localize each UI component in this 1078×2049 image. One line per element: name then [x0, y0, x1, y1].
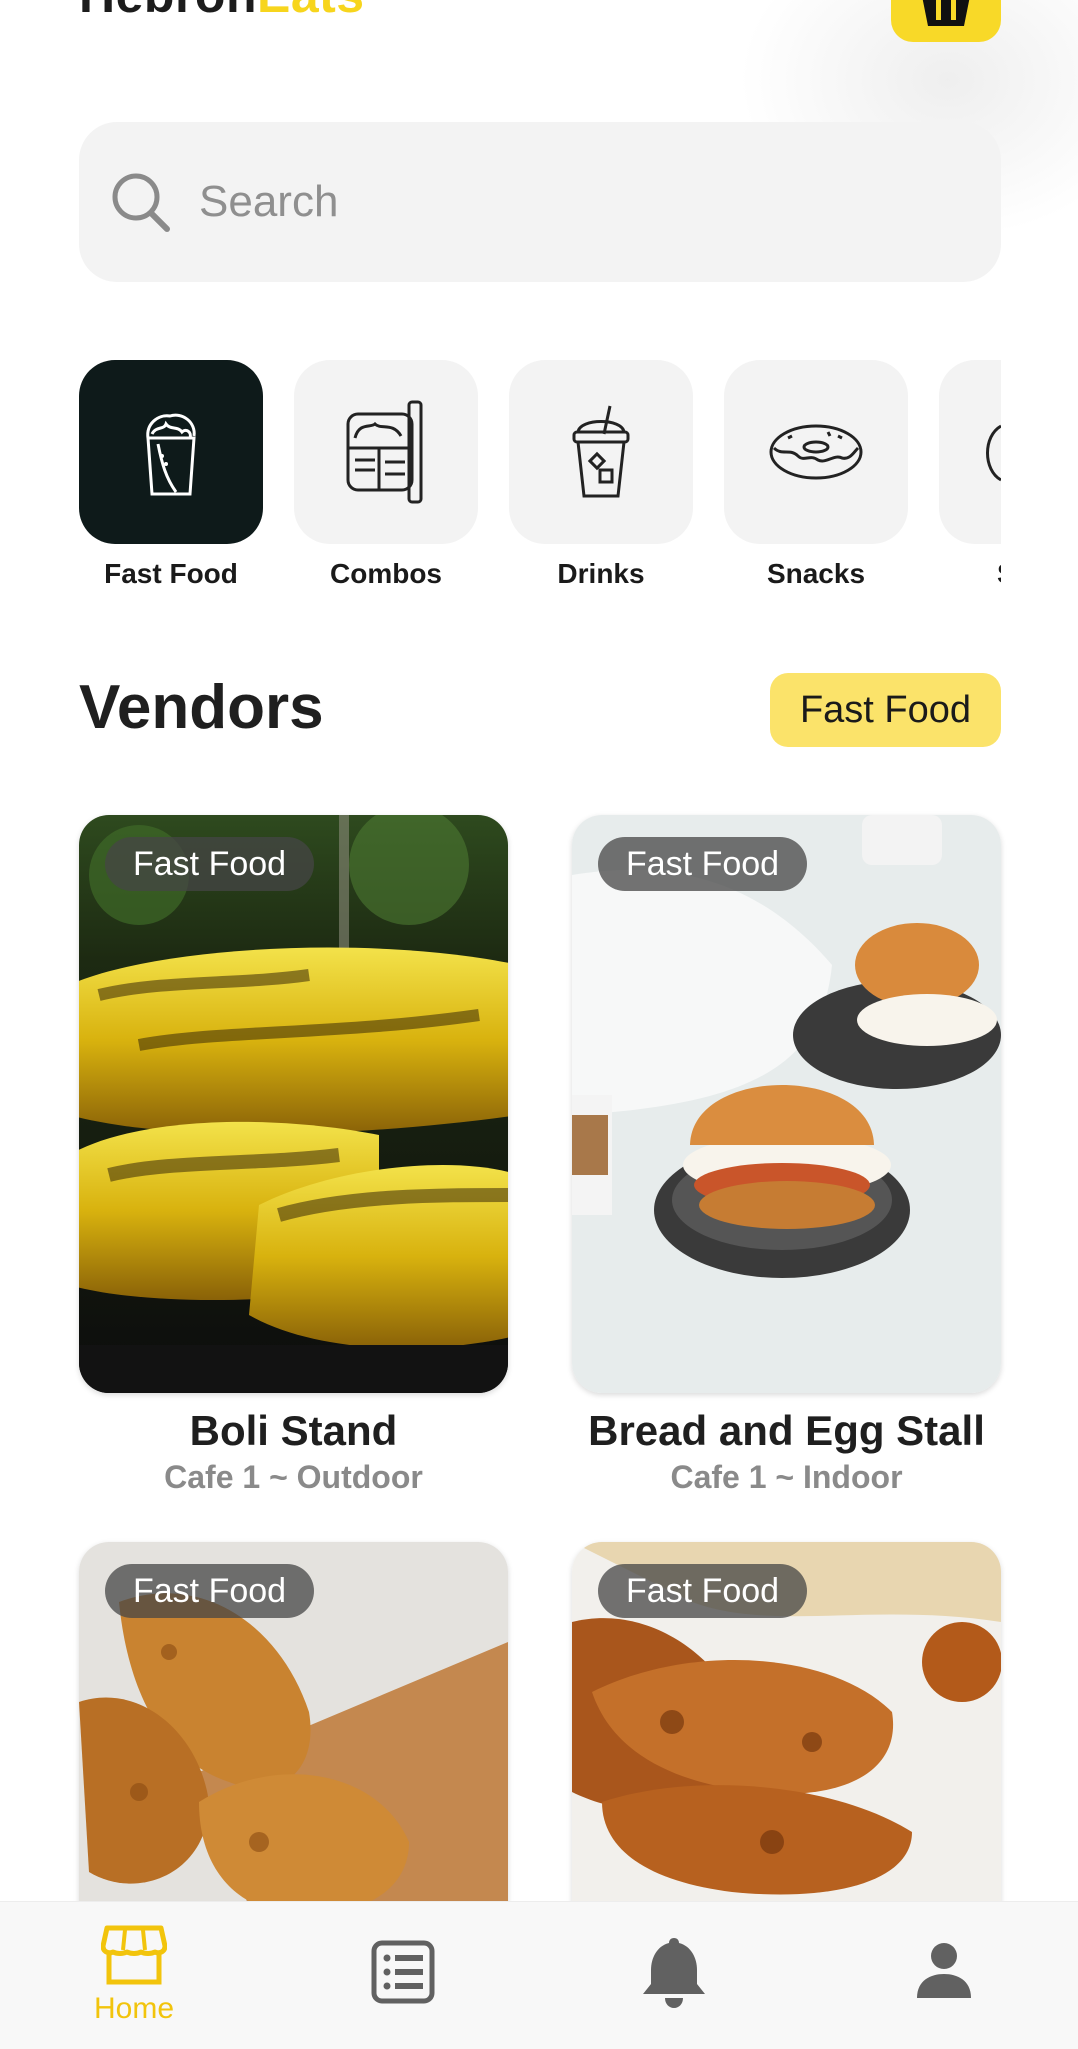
search-bar[interactable]: [79, 122, 1001, 282]
nav-orders[interactable]: [323, 1940, 483, 2004]
cart-button[interactable]: [891, 0, 1001, 42]
vendors-title: Vendors: [79, 673, 324, 742]
person-icon: [917, 1943, 971, 1998]
vendor-category-badge: Fast Food: [598, 837, 808, 891]
nav-home-label: Home: [93, 1992, 175, 2025]
vendor-category-badge: Fast Food: [105, 1564, 315, 1618]
bell-icon: [643, 1938, 705, 2008]
vendor-location: Cafe 1 ~ Indoor: [670, 1459, 903, 1495]
bottom-nav: Home: [0, 1901, 1078, 2049]
category-label: Combos: [330, 558, 442, 589]
category-label: Snacks: [766, 558, 866, 589]
category-list: Fast Food Combos Drinks Snacks: [79, 360, 1001, 600]
vendor-name: Boli Stand: [189, 1407, 398, 1454]
lunchbox-icon: [346, 400, 423, 504]
list-icon: [371, 1940, 435, 2004]
category-combos[interactable]: Combos: [294, 360, 478, 590]
donut-icon: [769, 424, 863, 480]
nav-profile[interactable]: [864, 1942, 1024, 1998]
store-icon: [101, 1925, 167, 1985]
vendor-name: Bread and Egg Stall: [588, 1407, 985, 1454]
vendor-image: Fast Food: [79, 815, 508, 1393]
category-snacks[interactable]: Snacks: [724, 360, 908, 590]
basket-icon: [922, 0, 970, 26]
wrap-icon: [146, 413, 196, 496]
vendor-image: Fast Food: [572, 815, 1001, 1393]
category-more[interactable]: S: [939, 360, 1001, 590]
category-label: Drinks: [557, 558, 645, 589]
egg-sandwich-photo: [572, 815, 1001, 1393]
app-title-main: Hebron: [79, 0, 257, 23]
category-label: Fast Food: [104, 558, 238, 589]
vendor-location: Cafe 1 ~ Outdoor: [164, 1459, 423, 1495]
category-drinks[interactable]: Drinks: [509, 360, 693, 590]
search-input[interactable]: [199, 177, 899, 227]
vendor-category-badge: Fast Food: [105, 837, 315, 891]
app-title: HebronEats: [79, 0, 365, 24]
nav-notifications[interactable]: [594, 1936, 754, 2008]
home-screen: HebronEats Fast Fo: [0, 0, 1078, 2049]
category-tile: [509, 360, 693, 544]
nav-home[interactable]: Home: [54, 1924, 214, 2026]
vendor-category-badge: Fast Food: [598, 1564, 808, 1618]
search-icon: [112, 173, 170, 232]
category-tile: [724, 360, 908, 544]
category-label: S: [939, 558, 1001, 590]
category-tile: [294, 360, 478, 544]
more-icon: [986, 424, 1001, 482]
app-title-accent: Eats: [257, 0, 365, 23]
category-fast-food[interactable]: Fast Food: [79, 360, 263, 590]
category-tile: [79, 360, 263, 544]
roasted-plantain-photo: [79, 815, 508, 1393]
vendor-card[interactable]: Fast Food Boli Stand Cafe 1 ~ Outdoor: [79, 815, 508, 1496]
vendor-card[interactable]: Fast Food Bread and Egg Stall Cafe 1 ~ I…: [572, 815, 1001, 1496]
cup-icon: [572, 405, 630, 498]
category-tile: [939, 360, 1001, 544]
vendor-filter-chip[interactable]: Fast Food: [770, 673, 1001, 747]
